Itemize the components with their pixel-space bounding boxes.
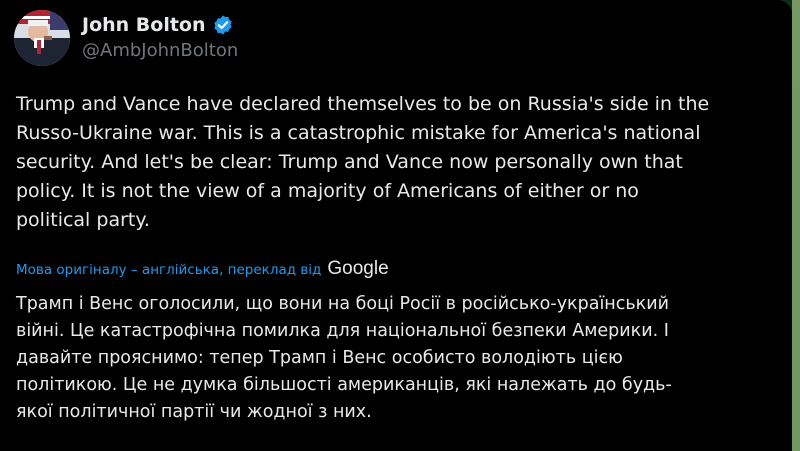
translated-text-line: війні. Це катастрофічна помилка для наці… — [16, 321, 669, 341]
translation-note[interactable]: Мова оригіналу – англійська, переклад ві… — [16, 258, 389, 281]
tweet-card: John Bolton @AmbJohnBolton Trump and Van… — [0, 0, 792, 451]
display-name[interactable]: John Bolton — [82, 12, 206, 38]
tweet-text-line: political party. — [16, 209, 150, 231]
translation-note-text[interactable]: Мова оригіналу – англійська, переклад ві… — [16, 259, 321, 281]
tweet-text-line: Trump and Vance have declared themselves… — [16, 93, 710, 115]
verified-badge-icon — [212, 14, 234, 36]
avatar[interactable] — [14, 10, 70, 66]
avatar-photo — [14, 10, 70, 66]
translated-text-line: політикою. Це не думка більшості америка… — [16, 375, 672, 395]
tweet-text-line: security. And let's be clear: Trump and … — [16, 151, 683, 173]
tweet-text-line: Russo-Ukraine war. This is a catastrophi… — [16, 122, 701, 144]
user-handle[interactable]: @AmbJohnBolton — [82, 38, 238, 64]
user-meta: John Bolton @AmbJohnBolton — [82, 12, 238, 64]
name-row: John Bolton — [82, 12, 238, 38]
tweet-text-line: policy. It is not the view of a majority… — [16, 180, 639, 202]
translated-text: Трамп і Венс оголосили, що вони на боці … — [16, 291, 786, 426]
screenshot-stage: John Bolton @AmbJohnBolton Trump and Van… — [0, 0, 800, 451]
translated-text-line: якої політичної партії чи жодної з них. — [16, 402, 372, 422]
tweet-text: Trump and Vance have declared themselves… — [16, 90, 788, 235]
background-edge — [792, 0, 800, 451]
tweet-header: John Bolton @AmbJohnBolton — [14, 10, 238, 66]
google-logo: Google — [327, 258, 389, 279]
translated-text-line: давайте прояснимо: тепер Трамп і Венс ос… — [16, 348, 623, 368]
translated-text-line: Трамп і Венс оголосили, що вони на боці … — [16, 294, 670, 314]
